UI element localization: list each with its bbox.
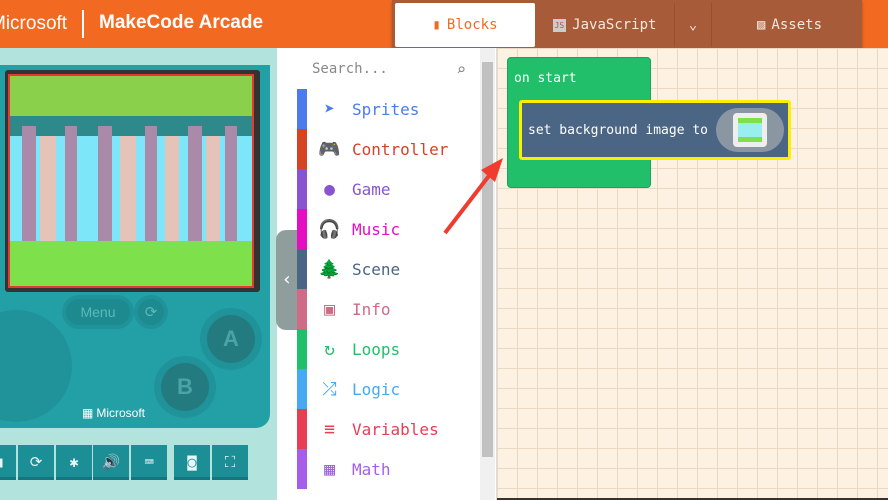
tab-assets[interactable]: ▨ Assets <box>717 3 862 47</box>
screenshot-button[interactable]: ◙ <box>174 445 210 480</box>
game-screen[interactable] <box>8 74 254 288</box>
category-info[interactable]: ▣ Info <box>297 289 480 329</box>
restart-button[interactable]: ⟳ <box>18 445 54 480</box>
restart-game-button[interactable]: ⟳ <box>138 299 164 325</box>
loops-icon: ↻ <box>324 338 335 360</box>
music-icon: 🎧 <box>318 218 341 240</box>
toolbox: Search... ⌕ ➤ Sprites 🎮 Controller ● Game 🎧 Musi… <box>297 48 497 500</box>
mute-button[interactable]: 🔊 <box>93 445 129 480</box>
collapse-simulator-button[interactable]: ‹ <box>276 230 298 330</box>
refresh-icon: ⟳ <box>144 303 158 321</box>
logic-icon: ⤮ <box>322 378 337 400</box>
sim-toolbar-group-3: ◙ ⛶ <box>174 445 248 480</box>
b-button[interactable]: B <box>161 363 209 411</box>
category-variables[interactable]: ≡ Variables <box>297 409 480 449</box>
image-icon: ▨ <box>756 17 766 33</box>
js-icon: JS <box>552 18 567 32</box>
language-dropdown[interactable]: ⌄ <box>674 3 712 47</box>
category-sprites[interactable]: ➤ Sprites <box>297 89 480 129</box>
chevron-down-icon: ⌄ <box>688 17 698 33</box>
refresh-icon: ⟳ <box>29 453 43 471</box>
forest-background <box>10 76 252 286</box>
sim-toolbar-group-1: ■ ⟳ ✱ <box>0 445 92 480</box>
category-logic[interactable]: ⤮ Logic <box>297 369 480 409</box>
game-icon: ● <box>324 178 335 200</box>
chevron-left-icon: ‹ <box>281 269 293 290</box>
blocks-workspace[interactable]: on start set background image to <box>443 48 888 500</box>
windows-logo-icon: ▦ <box>82 406 94 420</box>
stop-button[interactable]: ■ <box>0 445 16 480</box>
image-picker[interactable] <box>716 108 785 152</box>
category-scene[interactable]: 🌲 Scene <box>297 249 480 289</box>
scene-icon: 🌲 <box>318 258 341 280</box>
search-icon: ⌕ <box>456 59 466 79</box>
controller-icon: 🎮 <box>318 138 341 160</box>
math-icon: ▦ <box>324 458 335 480</box>
category-math[interactable]: ▦ Math <box>297 449 480 489</box>
app-title[interactable]: MakeCode Arcade <box>99 12 263 34</box>
microsoft-logo[interactable]: Microsoft <box>0 13 67 35</box>
background-thumbnail <box>733 113 768 147</box>
header: Microsoft MakeCode Arcade ▮Blocks JSJava… <box>0 0 888 49</box>
search-input[interactable]: Search... ⌕ <box>297 50 480 88</box>
a-button[interactable]: A <box>207 315 255 363</box>
variables-icon: ≡ <box>324 418 335 440</box>
puzzle-icon: ▮ <box>432 17 441 33</box>
bug-icon: ✱ <box>69 453 79 471</box>
debug-button[interactable]: ✱ <box>56 445 92 480</box>
editor-tabs: ▮ Blocks JS JavaScript ⌄ ▨ Assets <box>392 0 862 49</box>
set-background-image-block[interactable]: set background image to <box>519 100 791 160</box>
volume-icon: 🔊 <box>101 453 121 471</box>
divider <box>82 10 84 38</box>
keyboard-button[interactable]: ⌨ <box>131 445 167 480</box>
camera-icon: ◙ <box>187 453 197 471</box>
scrollbar-thumb[interactable] <box>482 62 493 457</box>
annotation-arrow <box>443 158 503 235</box>
microsoft-brand: ▦ Microsoft <box>82 406 146 420</box>
sprites-icon: ➤ <box>324 98 335 120</box>
menu-button[interactable]: Menu <box>66 299 130 325</box>
sim-toolbar-group-2: 🔊 ⌨ <box>93 445 167 480</box>
fullscreen-button[interactable]: ⛶ <box>212 445 248 480</box>
fullscreen-icon: ⛶ <box>224 453 236 471</box>
info-icon: ▣ <box>324 298 335 320</box>
keyboard-icon: ⌨ <box>144 453 154 471</box>
category-loops[interactable]: ↻ Loops <box>297 329 480 369</box>
tab-blocks[interactable]: ▮ Blocks <box>395 3 535 47</box>
tab-javascript[interactable]: JS JavaScript <box>537 3 672 47</box>
toolbox-scrollbar[interactable] <box>480 48 495 500</box>
